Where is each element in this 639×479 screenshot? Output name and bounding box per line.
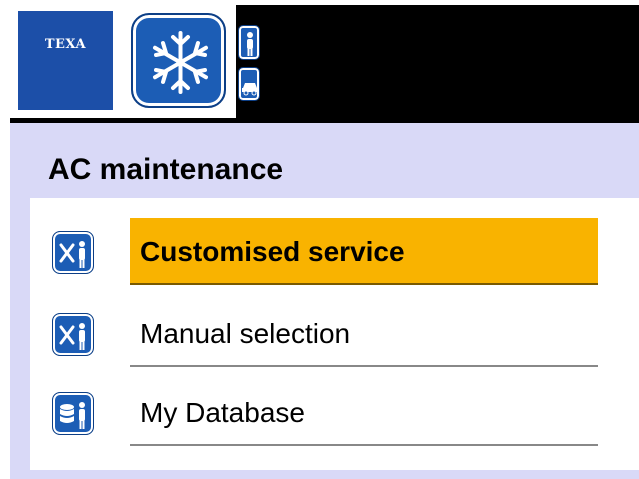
snowflake-icon	[131, 13, 226, 108]
person-icon[interactable]	[238, 25, 260, 60]
menu-item-label-box[interactable]: My Database	[130, 379, 598, 446]
menu-item-label: Manual selection	[140, 318, 351, 349]
menu-item-my-database[interactable]: My Database	[52, 379, 603, 448]
car-icon[interactable]	[238, 67, 260, 101]
menu-item-manual-selection[interactable]: Manual selection	[52, 300, 603, 369]
menu-item-label: Customised service	[140, 236, 405, 267]
database-person-icon	[52, 392, 94, 435]
menu-item-label-box[interactable]: Manual selection	[130, 300, 598, 367]
menu-item-label: My Database	[140, 397, 305, 428]
menu-item-customised-service[interactable]: Customised service	[52, 218, 603, 287]
texa-logo-text: TEXA	[44, 37, 87, 52]
tools-person-icon	[52, 313, 94, 356]
tools-person-icon	[52, 231, 94, 274]
app-window: TEXA AC maintenance Customised service M…	[0, 0, 639, 479]
menu-item-label-box[interactable]: Customised service	[130, 218, 598, 285]
texa-logo: TEXA	[18, 11, 113, 110]
page-title: AC maintenance	[48, 153, 284, 186]
